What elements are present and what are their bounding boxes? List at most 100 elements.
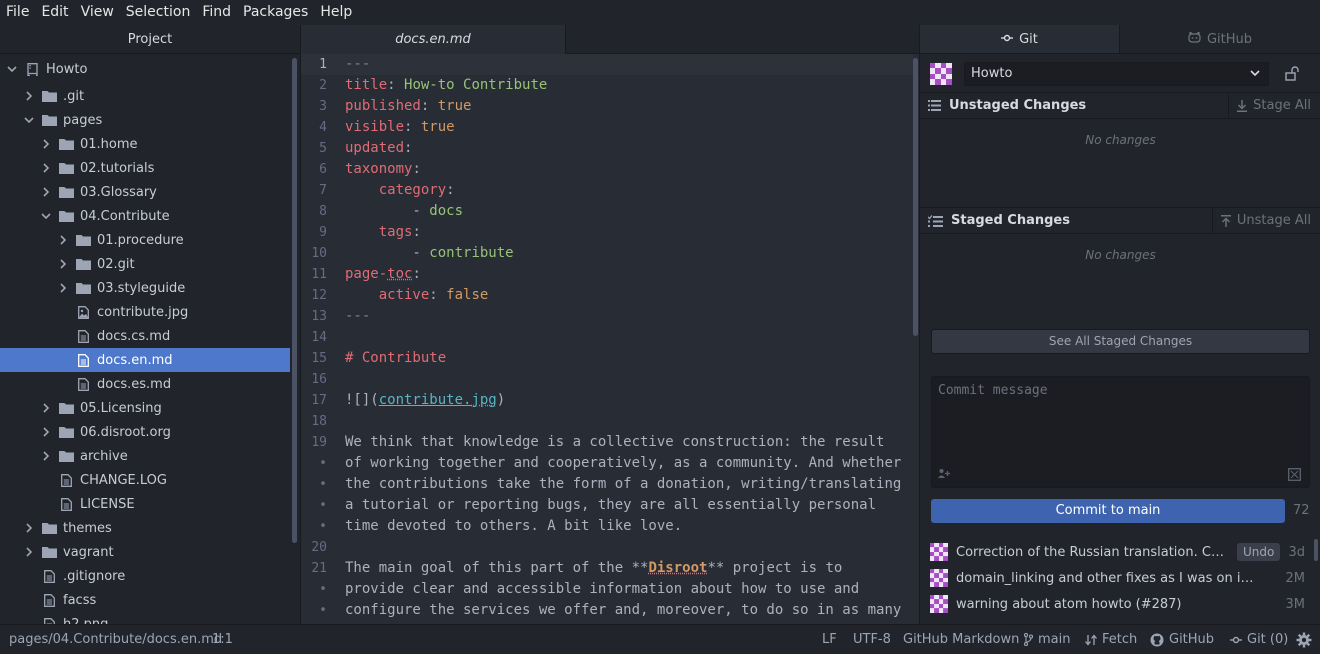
git-commit-icon <box>1001 25 1014 54</box>
tree-file-docs-cs-md[interactable]: docs.cs.md <box>0 324 290 348</box>
tree-view-title: Project <box>0 25 300 54</box>
tree-folder-vagrant[interactable]: vagrant <box>0 540 290 564</box>
tree-file-docs-es-md[interactable]: docs.es.md <box>0 372 290 396</box>
code-token: : <box>404 119 421 135</box>
code-token: # Contribute <box>345 350 447 366</box>
unlock-icon[interactable] <box>1283 64 1303 84</box>
menu-edit[interactable]: Edit <box>35 0 74 25</box>
tree-folder-03-styleguide[interactable]: 03.styleguide <box>0 276 290 300</box>
tree-item-label: LICENSE <box>80 496 135 512</box>
editor-scrollbar[interactable] <box>913 58 918 336</box>
code-token: taxonomy <box>345 161 413 177</box>
line-number: • <box>319 603 327 618</box>
tree-folder-01-procedure[interactable]: 01.procedure <box>0 228 290 252</box>
tab-docs-en-md[interactable]: docs.en.md <box>301 25 566 55</box>
line-number: 20 <box>311 540 327 555</box>
line-number: 14 <box>311 330 327 345</box>
code-line: taxonomy: <box>345 159 421 180</box>
chevron-down-icon <box>1250 70 1260 77</box>
menu-help[interactable]: Help <box>314 0 358 25</box>
status-git-button[interactable]: Git (0) <box>1230 625 1288 654</box>
menu-view[interactable]: View <box>75 0 120 25</box>
tree-file-change-log[interactable]: CHANGE.LOG <box>0 468 290 492</box>
stage-all-button[interactable]: Stage All <box>1228 93 1320 118</box>
add-co-author-icon[interactable] <box>938 468 950 481</box>
menu-packages[interactable]: Packages <box>237 0 314 25</box>
status-encoding[interactable]: UTF-8 <box>853 625 891 654</box>
menu-file[interactable]: File <box>0 0 35 25</box>
tree-folder-02-git[interactable]: 02.git <box>0 252 290 276</box>
tree-file-h2-png[interactable]: h2.png <box>0 612 290 624</box>
code-token: contribute. <box>378 392 472 408</box>
status-cursor-position[interactable]: 1:1 <box>212 625 233 654</box>
tree-folder-03-glossary[interactable]: 03.Glossary <box>0 180 290 204</box>
tab-git[interactable]: Git <box>920 25 1120 53</box>
code-token: toc <box>387 266 413 282</box>
tree-folder-04-contribute[interactable]: 04.Contribute <box>0 204 290 228</box>
line-number: 13 <box>311 309 327 324</box>
line-number: 11 <box>311 267 327 282</box>
expand-icon[interactable] <box>1288 468 1301 481</box>
code-text[interactable]: --- title: How-to Contribute published: tr… <box>345 54 913 624</box>
tree-scrollbar[interactable] <box>292 58 297 543</box>
status-line-ending[interactable]: LF <box>822 625 837 654</box>
tree-file-license[interactable]: LICENSE <box>0 492 290 516</box>
download-icon <box>1237 99 1248 112</box>
menu-selection[interactable]: Selection <box>120 0 197 25</box>
gear-icon[interactable] <box>1296 625 1312 654</box>
status-branch-label: main <box>1038 632 1071 647</box>
code-line: active: false <box>345 285 489 306</box>
menu-find[interactable]: Find <box>196 0 237 25</box>
undo-commit-button[interactable]: Undo <box>1237 543 1281 561</box>
tree-root-howto[interactable]: Howto <box>0 57 290 81</box>
tree-item-label: h2.png <box>63 616 109 625</box>
tab-github[interactable]: GitHub <box>1120 25 1320 53</box>
author-avatar <box>930 595 948 613</box>
menu-bar: File Edit View Selection Find Packages Help <box>0 0 1320 25</box>
status-fetch-button[interactable]: Fetch <box>1085 625 1137 654</box>
code-token: updated <box>345 140 405 156</box>
code-line: a tutorial or reporting bugs, they are a… <box>345 495 876 516</box>
line-number-gutter: 1 2 3 4 5 6 7 8 9 10 11 12 13 14 15 16 17 18 19 • • • • 20 21 • • <box>301 54 339 624</box>
repo-select[interactable]: Howto <box>964 62 1269 86</box>
tree-folder-git[interactable]: .git <box>0 84 290 108</box>
folder-icon <box>58 161 74 175</box>
folder-icon <box>41 545 57 559</box>
tree-folder-06-disroot-org[interactable]: 06.disroot.org <box>0 420 290 444</box>
unstage-all-button[interactable]: Unstage All <box>1211 208 1320 233</box>
tree-file-contribute-jpg[interactable]: contribute.jpg <box>0 300 290 324</box>
commit-item[interactable]: Correction of the Russian translation. C… <box>920 539 1312 565</box>
tree-file-docs-en-md[interactable]: docs.en.md <box>0 348 290 372</box>
tree-folder-archive[interactable]: archive <box>0 444 290 468</box>
status-file-path[interactable]: pages/04.Contribute/docs.en.md <box>9 625 222 654</box>
status-github-button[interactable]: GitHub <box>1150 625 1214 654</box>
line-number: 4 <box>319 120 327 135</box>
commit-message-field[interactable]: Commit message <box>931 376 1310 488</box>
tree-folder-05-licensing[interactable]: 05.Licensing <box>0 396 290 420</box>
commits-scrollbar[interactable] <box>1314 539 1318 561</box>
tree-folder-01-home[interactable]: 01.home <box>0 132 290 156</box>
line-number: • <box>319 477 327 492</box>
chevron-right-icon <box>40 138 52 150</box>
tree-folder-02-tutorials[interactable]: 02.tutorials <box>0 156 290 180</box>
tree-file-gitignore[interactable]: .gitignore <box>0 564 290 588</box>
tree-file-facss[interactable]: facss <box>0 588 290 612</box>
tree-folder-pages[interactable]: pages <box>0 108 290 132</box>
list-icon <box>928 100 941 111</box>
commit-button[interactable]: Commit to main <box>931 499 1285 523</box>
code-line: The main goal of this part of the **Disr… <box>345 558 842 579</box>
line-number: 8 <box>319 204 327 219</box>
code-line: provide clear and accessible information… <box>345 579 859 600</box>
commit-message: Correction of the Russian translation. C… <box>956 544 1231 560</box>
status-branch[interactable]: main <box>1024 625 1070 654</box>
author-avatar <box>930 543 948 561</box>
see-all-staged-changes-button[interactable]: See All Staged Changes <box>931 329 1310 354</box>
commit-item[interactable]: domain_linking and other fixes as I was … <box>920 565 1312 591</box>
tree-folder-themes[interactable]: themes <box>0 516 290 540</box>
stage-all-label: Stage All <box>1253 98 1311 113</box>
status-fetch-label: Fetch <box>1102 632 1138 647</box>
file-text-icon <box>41 569 57 583</box>
status-grammar[interactable]: GitHub Markdown <box>903 625 1019 654</box>
commit-item[interactable]: warning about atom howto (#287) 3M <box>920 591 1312 617</box>
